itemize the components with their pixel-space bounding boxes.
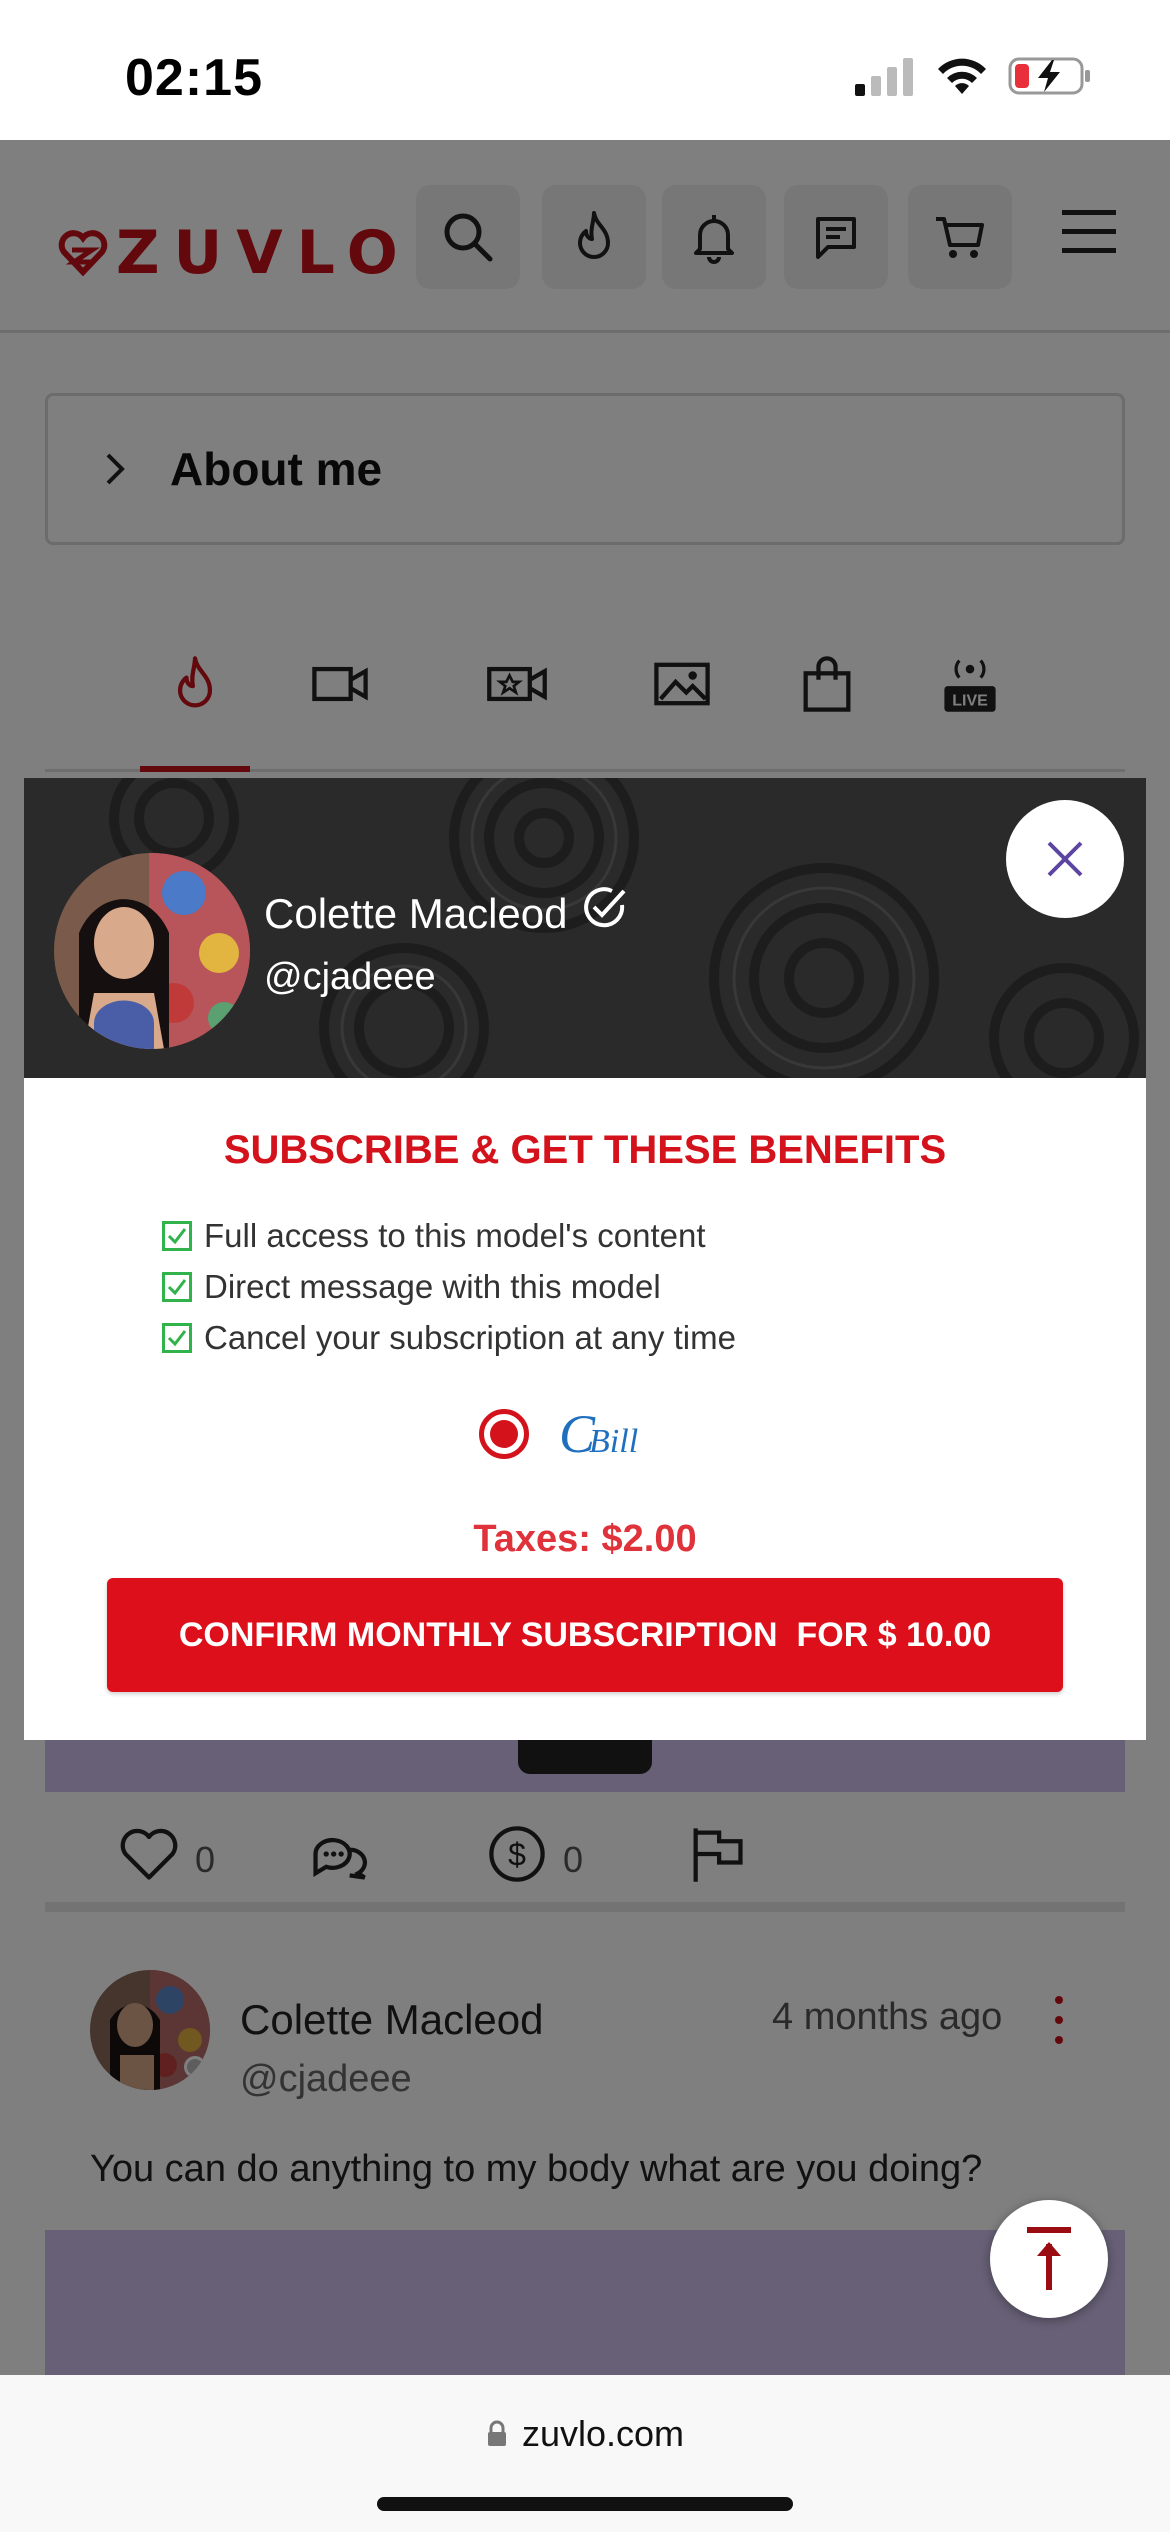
benefit-item: Cancel your subscription at any time (162, 1312, 736, 1363)
model-avatar (54, 853, 250, 1049)
benefits-list: Full access to this model's content Dire… (162, 1210, 736, 1363)
ccbill-logo: C Bill (559, 1404, 639, 1464)
check-icon (162, 1220, 192, 1251)
taxes-label: Taxes: $2.00 (473, 1518, 697, 1560)
model-handle: @cjadeee (264, 956, 436, 998)
cellular-signal-icon (855, 58, 913, 96)
url-text: zuvlo.com (521, 2413, 685, 2454)
battery-charging-icon (1008, 57, 1090, 95)
payment-radio[interactable] (479, 1409, 529, 1459)
check-icon (162, 1271, 192, 1302)
address-bar[interactable]: zuvlo.com (0, 2413, 1170, 2455)
subscribe-modal: Colette Macleod @cjadeee SUBSCRIBE & GET… (24, 778, 1146, 1740)
verified-check-icon (583, 887, 625, 928)
benefits-heading: SUBSCRIBE & GET THESE BENEFITS (223, 1128, 947, 1172)
benefit-item: Direct message with this model (162, 1261, 736, 1312)
close-modal-button[interactable] (1006, 800, 1124, 918)
home-indicator[interactable] (377, 2497, 793, 2511)
lock-icon (487, 2420, 506, 2446)
check-icon (162, 1322, 192, 1353)
payment-method-ccbill[interactable]: C Bill (479, 1403, 638, 1465)
status-bar: 02:15 (0, 0, 1170, 140)
modal-banner: Colette Macleod @cjadeee (24, 778, 1146, 1078)
browser-bottom-bar: zuvlo.com (0, 2375, 1170, 2532)
benefit-item: Full access to this model's content (162, 1210, 736, 1261)
model-name: Colette Macleod (264, 887, 628, 938)
scroll-to-top-button[interactable] (990, 2200, 1108, 2318)
wifi-icon (938, 58, 986, 94)
status-time: 02:15 (125, 49, 263, 107)
arrow-up-icon (1027, 2227, 1071, 2290)
close-icon (1047, 841, 1083, 877)
confirm-subscription-button[interactable]: CONFIRM MONTHLY SUBSCRIPTION FOR $ 10.00 (107, 1578, 1063, 1692)
